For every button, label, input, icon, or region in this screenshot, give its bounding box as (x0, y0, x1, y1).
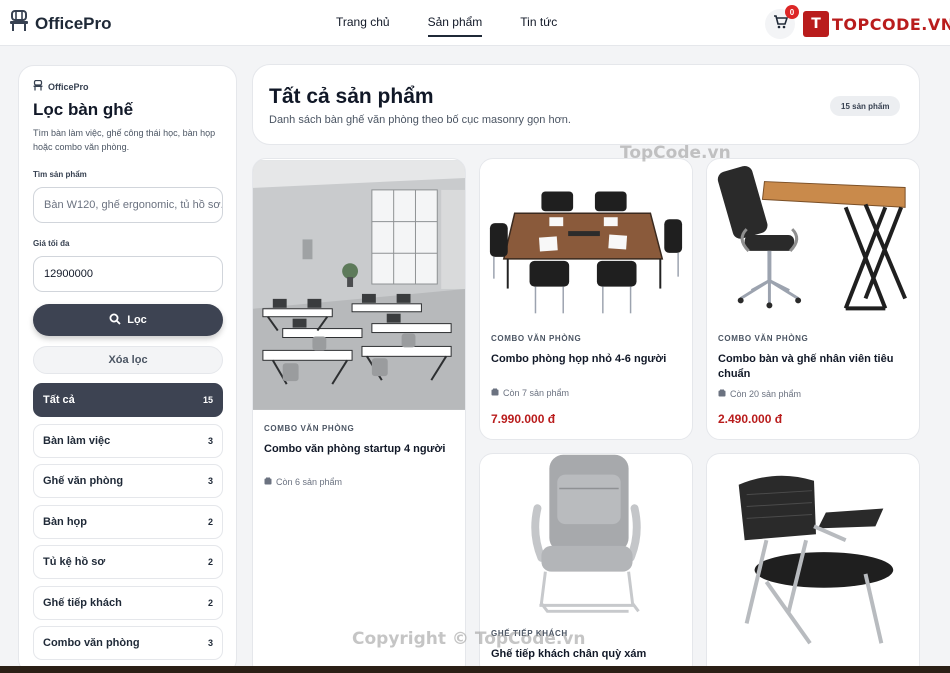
product-price: 7.990.000 đ (491, 412, 556, 426)
category-item-cabinets[interactable]: Tủ kệ hồ sơ 2 (33, 545, 223, 579)
category-count: 15 (202, 395, 213, 405)
category-count: 2 (207, 597, 213, 608)
product-image-desk-chair (707, 159, 919, 324)
product-card[interactable]: COMBO VĂN PHÒNG Combo phòng họp nhỏ 4-6 … (479, 158, 693, 440)
category-label: Ghế văn phòng (43, 475, 124, 487)
chair-icon (33, 79, 43, 93)
main-nav: Trang chủ Sản phẩm Tin tức (336, 0, 557, 46)
product-image-meeting-table (480, 159, 692, 324)
nav-home[interactable]: Trang chủ (336, 0, 390, 46)
brand[interactable]: OfficePro (9, 10, 112, 37)
box-icon (491, 388, 499, 398)
category-item-meeting-tables[interactable]: Bàn họp 2 (33, 504, 223, 539)
product-name[interactable]: Combo phòng họp nhỏ 4-6 người (491, 352, 686, 367)
topcode-logo-word: TOPCODE.VN (832, 14, 950, 34)
cart-icon (773, 14, 788, 34)
category-label: Ghế tiếp khách (43, 596, 122, 609)
product-card[interactable]: GHẾ TIẾP KHÁCH Ghế tiếp khách chân quỳ x… (479, 453, 693, 673)
product-category: COMBO VĂN PHÒNG (491, 334, 582, 343)
product-stock: Còn 20 sản phẩm (718, 389, 801, 399)
brand-name: OfficePro (35, 13, 112, 33)
clear-filter-button[interactable]: Xóa lọc (33, 346, 223, 374)
product-name[interactable]: Ghế tiếp khách chân quỳ xám (491, 647, 686, 662)
product-card[interactable]: COMBO VĂN PHÒNG Combo văn phòng startup … (252, 158, 466, 673)
category-item-guest-chairs[interactable]: Ghế tiếp khách 2 (33, 585, 223, 620)
category-count: 2 (207, 557, 213, 567)
category-item-combos[interactable]: Combo văn phòng 3 (33, 626, 223, 660)
product-name[interactable]: Combo bàn và ghế nhân viên tiêu chuẩn (718, 352, 913, 382)
search-input[interactable]: Bàn W120, ghế ergonomic, tủ hồ sơ... (33, 187, 223, 223)
product-stock-text: Còn 7 sản phẩm (503, 388, 570, 398)
max-price-label: Giá tối đa (33, 239, 70, 248)
page-subtitle: Danh sách bàn ghế văn phòng theo bố cục … (269, 114, 571, 126)
product-category: GHẾ TIẾP KHÁCH (491, 629, 568, 638)
filter-button-label: Lọc (127, 314, 147, 326)
cart-count-badge: 0 (785, 5, 799, 19)
nav-products[interactable]: Sản phẩm (427, 0, 482, 46)
box-icon (718, 389, 726, 399)
product-count-badge: 15 sản phẩm (830, 96, 901, 116)
product-stock: Còn 6 sản phẩm (264, 477, 342, 487)
product-name[interactable]: Combo văn phòng startup 4 người (264, 442, 459, 457)
topcode-logo-mark: T (803, 11, 829, 37)
category-count: 2 (207, 516, 213, 527)
category-label: Combo văn phòng (43, 637, 140, 649)
category-list: Tất cả 15 Bàn làm việc 3 Ghế văn phòng 3… (33, 383, 223, 660)
product-price: 2.490.000 đ (718, 412, 783, 426)
sidebar-title: Lọc bàn ghế (33, 100, 134, 119)
max-price-input[interactable]: 12900000 (33, 256, 223, 292)
cart-button[interactable]: 0 (765, 5, 799, 39)
chair-logo-icon (9, 10, 29, 37)
category-label: Tất cả (43, 394, 75, 406)
taskbar-strip (0, 666, 950, 673)
sidebar-brand-name: OfficePro (48, 81, 89, 92)
nav-news[interactable]: Tin tức (520, 0, 557, 46)
category-label: Bàn làm việc (43, 434, 111, 447)
category-label: Bàn họp (43, 515, 87, 528)
search-label: Tìm sản phẩm (33, 170, 87, 179)
sidebar-brand: OfficePro (33, 79, 222, 93)
product-category: COMBO VĂN PHÒNG (264, 424, 355, 433)
search-icon (109, 313, 121, 328)
box-icon (264, 477, 272, 487)
filter-sidebar: OfficePro Lọc bàn ghế Tìm bàn làm việc, … (18, 65, 237, 673)
sidebar-description: Tìm bàn làm việc, ghế công thái học, bàn… (33, 128, 216, 152)
product-stock-text: Còn 6 sản phẩm (276, 477, 343, 487)
category-count: 3 (207, 476, 213, 486)
topcode-logo: T TOPCODE.VN (803, 10, 950, 38)
product-category: COMBO VĂN PHÒNG (718, 334, 809, 343)
category-item-all[interactable]: Tất cả 15 (33, 383, 223, 417)
product-image-guest-chair (480, 454, 692, 622)
product-stock: Còn 7 sản phẩm (491, 388, 569, 398)
top-header: OfficePro Trang chủ Sản phẩm Tin tức 0 T… (0, 0, 950, 46)
product-card[interactable] (706, 453, 920, 673)
product-image-training-chair (707, 455, 919, 673)
product-stock-text: Còn 20 sản phẩm (730, 389, 802, 399)
filter-button[interactable]: Lọc (33, 304, 223, 336)
category-item-desks[interactable]: Bàn làm việc 3 (33, 423, 223, 458)
page-title: Tất cả sản phẩm (269, 85, 434, 108)
category-count: 3 (207, 638, 213, 648)
category-label: Tủ kệ hồ sơ (43, 556, 106, 568)
category-count: 3 (207, 435, 213, 446)
product-card[interactable]: COMBO VĂN PHÒNG Combo bàn và ghế nhân vi… (706, 158, 920, 440)
product-image-office-room (253, 160, 465, 410)
category-item-office-chairs[interactable]: Ghế văn phòng 3 (33, 464, 223, 498)
products-header-panel: Tất cả sản phẩm Danh sách bàn ghế văn ph… (252, 64, 920, 145)
